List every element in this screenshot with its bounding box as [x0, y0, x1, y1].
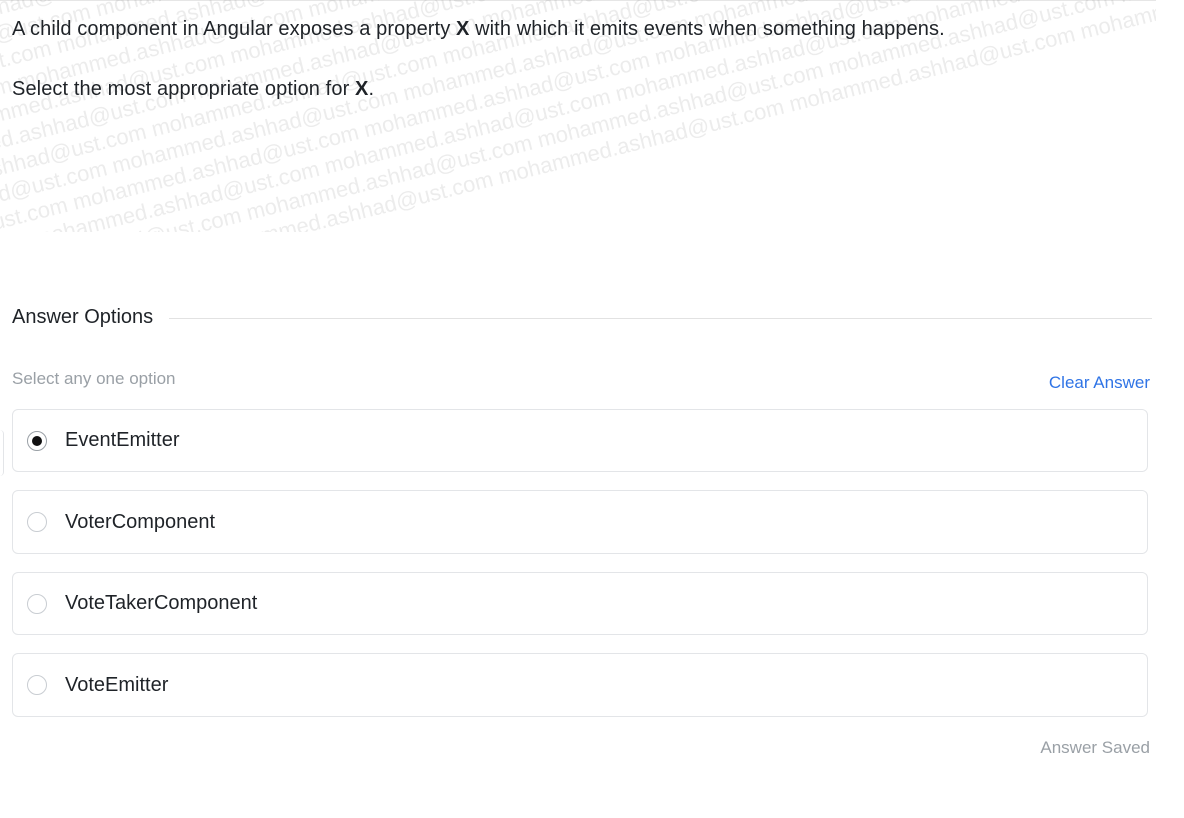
option-label: VoteTakerComponent	[65, 592, 258, 614]
answer-options-header: Answer Options	[12, 306, 1152, 329]
radio-empty-icon[interactable]	[27, 675, 47, 695]
option-voteemitter[interactable]: VoteEmitter	[12, 653, 1148, 717]
instruction-text-part: Select the most appropriate option for	[12, 78, 355, 100]
option-votetakercomponent[interactable]: VoteTakerComponent	[12, 572, 1148, 635]
radio-dot	[32, 435, 42, 446]
question-text: A child component in Angular exposes a p…	[12, 18, 945, 41]
instruction-variable: X	[354, 78, 369, 100]
clear-answer-button[interactable]: Clear Answer	[1049, 373, 1150, 393]
question-page: mohammed.ashhad@ust.com mohammed.ashhad@…	[0, 0, 1184, 818]
option-label: VoterComponent	[65, 510, 216, 533]
option-label: EventEmitter	[65, 429, 180, 451]
question-panel: mohammed.ashhad@ust.com mohammed.ashhad@…	[0, 0, 1156, 232]
question-instruction: Select the most appropriate option for X…	[12, 78, 374, 101]
option-votercomponent[interactable]: VoterComponent	[12, 490, 1148, 554]
question-text-part: with which it emits events when somethin…	[469, 18, 945, 40]
answer-saved-status: Answer Saved	[1040, 738, 1150, 757]
question-variable: X	[455, 18, 470, 40]
selection-hint: Select any one option	[12, 369, 176, 388]
radio-selected-icon[interactable]	[27, 430, 47, 451]
answer-options-title: Answer Options	[12, 306, 154, 328]
instruction-text-part: .	[368, 78, 375, 100]
side-tab-handle	[0, 430, 4, 476]
option-eventemitter[interactable]: EventEmitter	[12, 409, 1148, 472]
radio-empty-icon[interactable]	[27, 593, 47, 614]
question-text-part: A child component in Angular exposes a p…	[12, 18, 456, 40]
section-divider	[169, 318, 1152, 319]
radio-empty-icon[interactable]	[27, 512, 47, 532]
option-label: VoteEmitter	[65, 673, 169, 696]
